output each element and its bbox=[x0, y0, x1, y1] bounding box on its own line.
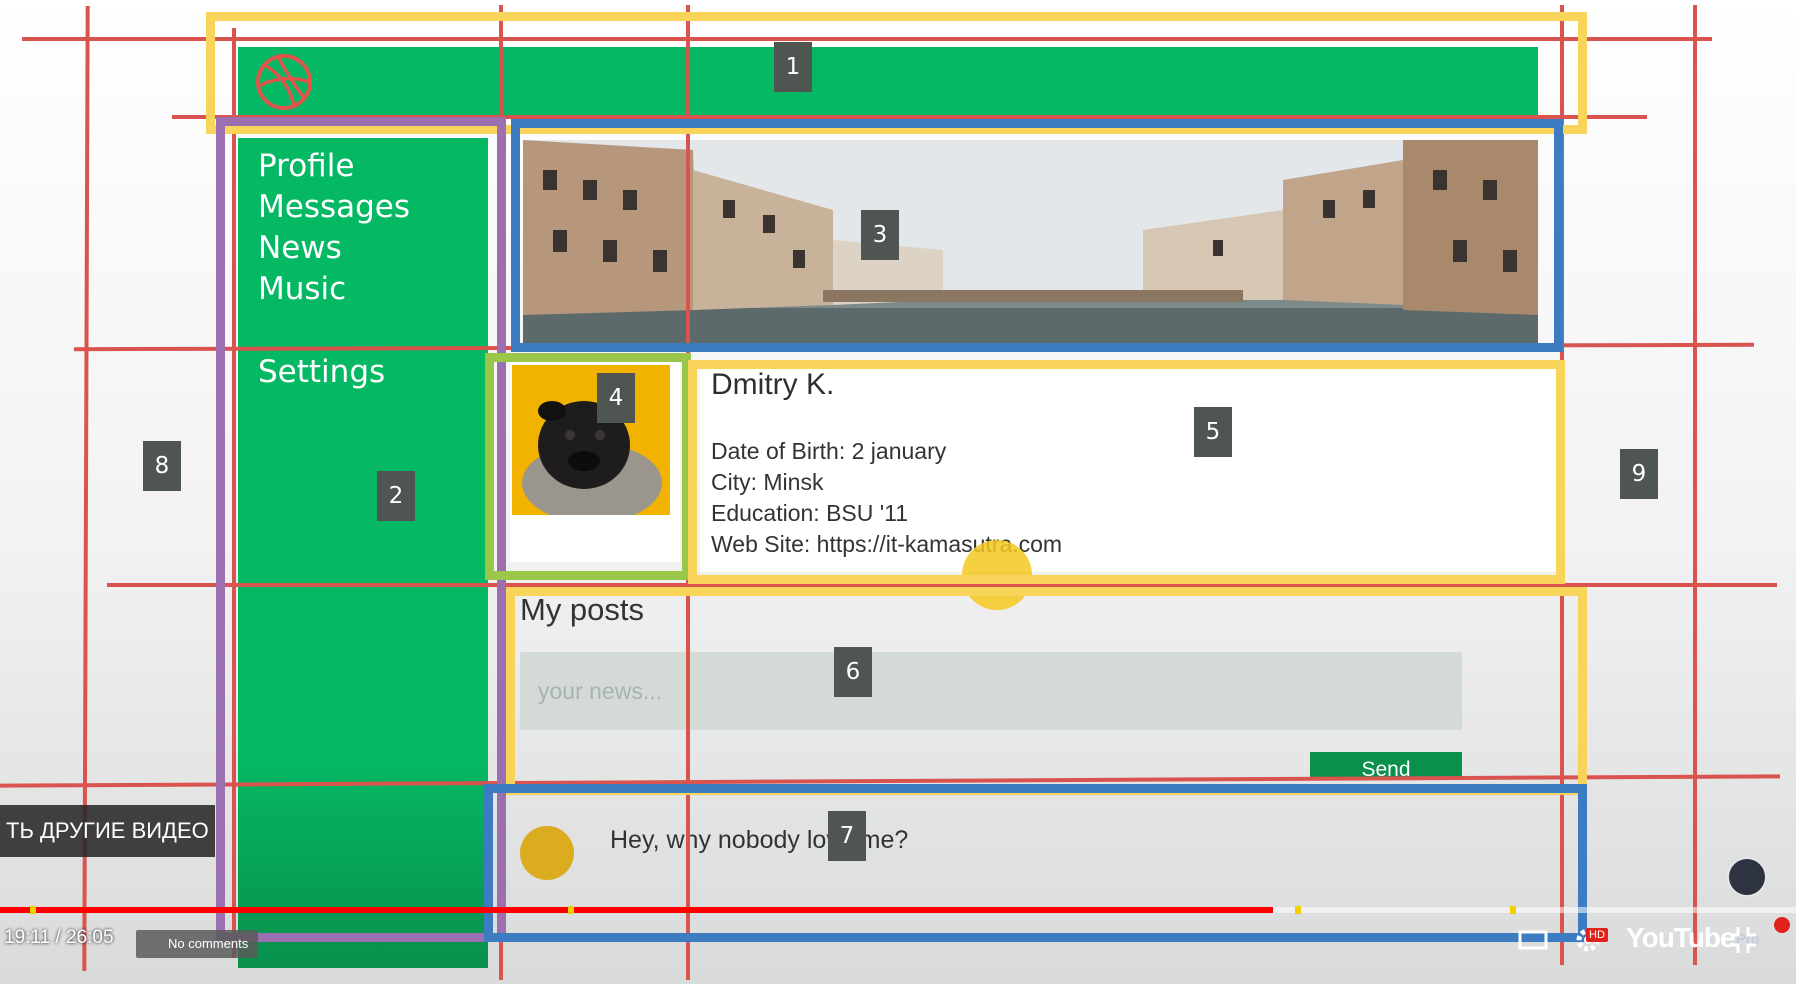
comments-button[interactable]: No comments bbox=[136, 930, 258, 958]
dribbble-ball-icon[interactable] bbox=[254, 52, 314, 112]
progress-marker bbox=[568, 906, 574, 914]
region-tag-4: 4 bbox=[597, 373, 635, 423]
channel-watermark-icon[interactable] bbox=[1727, 857, 1767, 897]
guide-line bbox=[22, 37, 1712, 41]
region-tag-2: 2 bbox=[377, 471, 415, 521]
more-videos-button[interactable]: ТЬ ДРУГИЕ ВИДЕО bbox=[0, 805, 215, 857]
hd-badge: HD bbox=[1586, 928, 1608, 942]
nav-item-messages[interactable]: Messages bbox=[258, 189, 410, 225]
time-separator: / bbox=[55, 927, 61, 948]
guide-line bbox=[1693, 5, 1697, 965]
app-header bbox=[238, 47, 1538, 119]
progress-marker bbox=[30, 906, 36, 914]
guide-line bbox=[499, 5, 503, 980]
sidebar-nav: Profile Messages News Music Settings bbox=[238, 138, 488, 968]
profile-city: City: Minsk bbox=[711, 469, 824, 495]
progress-marker bbox=[1510, 906, 1516, 914]
guide-line bbox=[232, 28, 236, 958]
profile-banner-image bbox=[523, 140, 1538, 343]
progress-marker bbox=[1295, 906, 1301, 914]
video-progress-fill[interactable] bbox=[0, 907, 1274, 913]
guide-line bbox=[107, 583, 1777, 587]
profile-name: Dmitry K. bbox=[711, 368, 835, 401]
nav-item-news[interactable]: News bbox=[258, 230, 342, 266]
profile-education: Education: BSU '11 bbox=[711, 500, 909, 526]
region-tag-1: 1 bbox=[774, 42, 812, 92]
profile-info-card: Dmitry K. Date of Birth: 2 january City:… bbox=[700, 362, 1556, 572]
guide-line bbox=[1560, 5, 1564, 965]
theater-mode-icon[interactable] bbox=[1518, 928, 1548, 957]
post-author-avatar bbox=[520, 826, 574, 880]
video-timecode: 19:11 / 26:05 bbox=[4, 927, 114, 949]
guide-line bbox=[686, 5, 690, 980]
nav-item-music[interactable]: Music bbox=[258, 271, 346, 307]
region-tag-6: 6 bbox=[834, 647, 872, 697]
profile-avatar-pug[interactable] bbox=[512, 365, 670, 515]
region-tag-3: 3 bbox=[861, 210, 899, 260]
time-current: 19:11 bbox=[4, 927, 51, 948]
nav-item-profile[interactable]: Profile bbox=[258, 148, 354, 184]
exit-fullscreen-icon[interactable] bbox=[1728, 925, 1758, 960]
guide-line bbox=[172, 115, 1647, 119]
post-item: Hey, why nobody love me? bbox=[520, 820, 1520, 880]
region-tag-5: 5 bbox=[1194, 407, 1232, 457]
region-tag-8: 8 bbox=[143, 441, 181, 491]
new-post-input[interactable] bbox=[520, 652, 1462, 730]
cursor-highlight bbox=[962, 540, 1032, 610]
my-posts-title: My posts bbox=[520, 592, 645, 627]
region-tag-7: 7 bbox=[828, 811, 866, 861]
nav-item-settings[interactable]: Settings bbox=[258, 354, 385, 390]
close-badge-icon[interactable] bbox=[1774, 917, 1790, 933]
youtube-logo[interactable]: YouTube bbox=[1626, 922, 1736, 954]
profile-date-of-birth: Date of Birth: 2 january bbox=[711, 438, 947, 464]
time-total: 26:05 bbox=[65, 927, 114, 948]
region-tag-9: 9 bbox=[1620, 449, 1658, 499]
